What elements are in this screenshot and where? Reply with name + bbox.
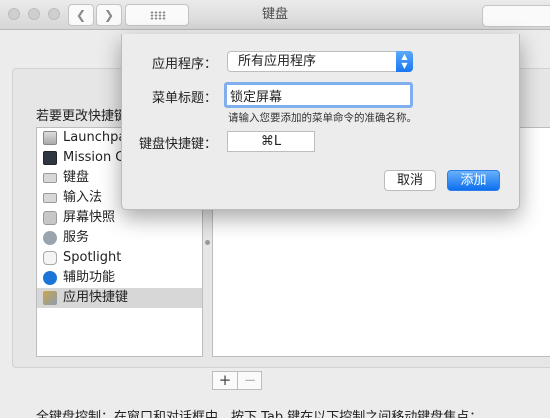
shortcut-recorder-field[interactable]: ⌘L [227,131,315,152]
category-item-screenshots[interactable]: 屏幕快照 [37,208,202,228]
full-keyboard-access-note: 全键盘控制：在窗口和对话框中，按下 Tab 键在以下控制之间移动键盘焦点： [36,410,483,418]
window-title: 键盘 [261,7,288,22]
cancel-button[interactable]: 取消 [384,170,436,191]
application-popup-value: 所有应用程序 [238,54,317,69]
category-label: 输入法 [63,190,103,205]
application-label: 应用程序： [152,57,218,72]
keyboard-icon [43,173,57,183]
add-remove-group: + − [212,371,262,390]
category-item-accessibility[interactable]: 辅助功能 [37,268,202,288]
mission-control-icon [43,151,57,165]
search-field[interactable] [482,5,550,27]
menu-title-input[interactable] [224,82,413,108]
menu-title-hint: 请输入您要添加的菜单命令的准确名称。 [228,112,417,124]
category-item-spotlight[interactable]: Spotlight [37,248,202,268]
gear-icon [43,231,57,245]
screenshot-icon [43,211,57,225]
category-label: 应用快捷键 [63,290,129,305]
menu-title-label: 菜单标题： [152,91,218,106]
title-bar: ❮ ❯ 键盘 [0,0,550,30]
split-view-handle[interactable] [205,240,210,245]
app-shortcuts-icon [43,291,57,305]
input-source-icon [43,193,57,203]
category-label: Spotlight [63,250,122,265]
add-shortcut-sheet: 应用程序： 所有应用程序 ▲▼ 菜单标题： 请输入您要添加的菜单命令的准确名称。… [121,34,520,210]
category-label: 辅助功能 [63,270,116,285]
category-label: 服务 [63,230,90,245]
shortcut-label: 键盘快捷键： [139,137,218,152]
category-label: 键盘 [63,170,90,185]
add-shortcut-button[interactable]: + [213,372,237,389]
spotlight-icon [43,251,57,265]
remove-shortcut-button[interactable]: − [238,372,262,389]
category-item-app-shortcuts[interactable]: 应用快捷键 [37,288,202,308]
pane-instruction: 若要更改快捷键 [36,109,128,124]
category-label: 屏幕快照 [63,210,116,225]
category-item-services[interactable]: 服务 [37,228,202,248]
up-down-arrows-icon: ▲ ▼ [396,51,413,72]
application-popup[interactable]: 所有应用程序 ▲ ▼ [227,51,413,72]
launchpad-icon [43,131,57,145]
add-button[interactable]: 添加 [447,170,500,191]
accessibility-icon [43,271,57,285]
